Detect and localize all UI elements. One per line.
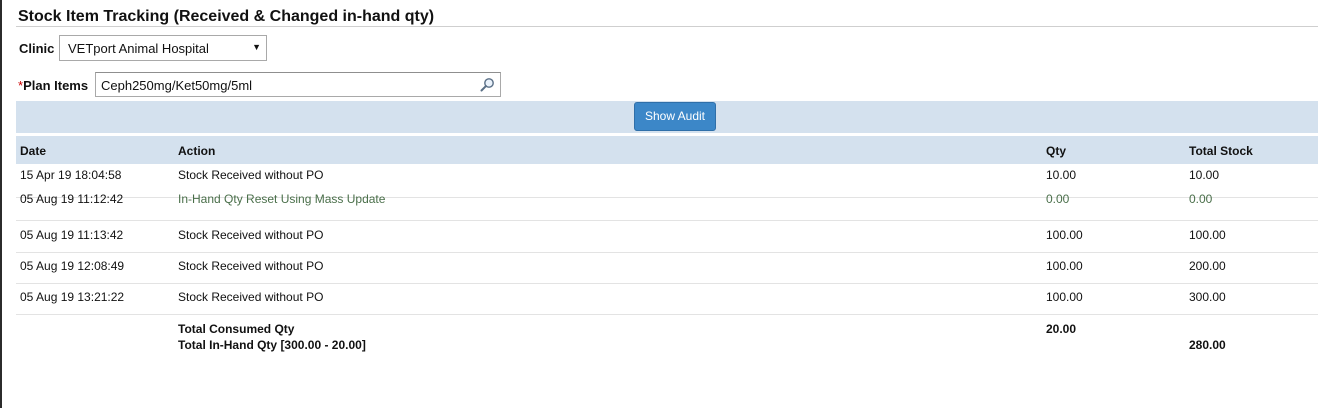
table-row: 05 Aug 19 11:12:42 In-Hand Qty Reset Usi… xyxy=(16,190,1318,221)
plan-items-label-text: Plan Items xyxy=(23,78,89,93)
cell-date: 05 Aug 19 11:13:42 xyxy=(20,228,124,242)
cell-total-stock: 300.00 xyxy=(1189,290,1226,304)
cell-date: 05 Aug 19 13:21:22 xyxy=(20,290,125,304)
show-audit-button[interactable]: Show Audit xyxy=(634,102,716,131)
total-consumed-label: Total Consumed Qty xyxy=(178,322,295,336)
cell-date: 15 Apr 19 18:04:58 xyxy=(20,168,122,182)
table-row: 05 Aug 19 12:08:49 Stock Received withou… xyxy=(16,252,1318,284)
cell-total-stock: 0.00 xyxy=(1189,192,1213,206)
cell-total-stock: 200.00 xyxy=(1189,259,1226,273)
cell-qty: 0.00 xyxy=(1046,192,1070,206)
cell-qty: 100.00 xyxy=(1046,259,1083,273)
clinic-label: Clinic xyxy=(19,41,55,56)
cell-total-stock: 10.00 xyxy=(1189,168,1220,182)
total-consumed-qty: 20.00 xyxy=(1046,322,1077,336)
clinic-select-value: VETport Animal Hospital xyxy=(68,41,209,56)
dropdown-arrow-icon: ▼ xyxy=(252,42,261,52)
plan-items-value: Ceph250mg/Ket50mg/5ml xyxy=(101,78,253,93)
search-icon[interactable] xyxy=(479,77,495,93)
cell-qty: 10.00 xyxy=(1046,168,1077,182)
cell-qty: 100.00 xyxy=(1046,290,1083,304)
cell-date: 05 Aug 19 11:12:42 xyxy=(20,192,124,206)
total-inhand-qty: 280.00 xyxy=(1189,338,1226,352)
cell-action: In-Hand Qty Reset Using Mass Update xyxy=(178,192,386,206)
clinic-select[interactable]: VETport Animal Hospital ▼ xyxy=(59,35,267,61)
plan-items-label: *Plan Items xyxy=(18,78,88,93)
cell-qty: 100.00 xyxy=(1046,228,1083,242)
table-row: 05 Aug 19 11:13:42 Stock Received withou… xyxy=(16,221,1318,253)
plan-items-input[interactable]: Ceph250mg/Ket50mg/5ml xyxy=(95,72,501,97)
cell-total-stock: 100.00 xyxy=(1189,228,1226,242)
page-title: Stock Item Tracking (Received & Changed … xyxy=(18,8,435,25)
cell-date: 05 Aug 19 12:08:49 xyxy=(20,259,125,273)
header-action: Action xyxy=(178,144,216,158)
header-date: Date xyxy=(20,144,47,158)
title-divider xyxy=(16,26,1318,27)
total-inhand-label: Total In-Hand Qty [300.00 - 20.00] xyxy=(178,338,366,352)
cell-action: Stock Received without PO xyxy=(178,228,324,242)
table-row: 05 Aug 19 13:21:22 Stock Received withou… xyxy=(16,283,1318,315)
cell-action: Stock Received without PO xyxy=(178,259,324,273)
cell-action: Stock Received without PO xyxy=(178,168,324,182)
table-header: Date Action Qty Total Stock xyxy=(16,136,1318,164)
header-qty: Qty xyxy=(1046,144,1067,158)
header-total-stock: Total Stock xyxy=(1189,144,1253,158)
cell-action: Stock Received without PO xyxy=(178,290,324,304)
window-edge xyxy=(0,0,2,408)
